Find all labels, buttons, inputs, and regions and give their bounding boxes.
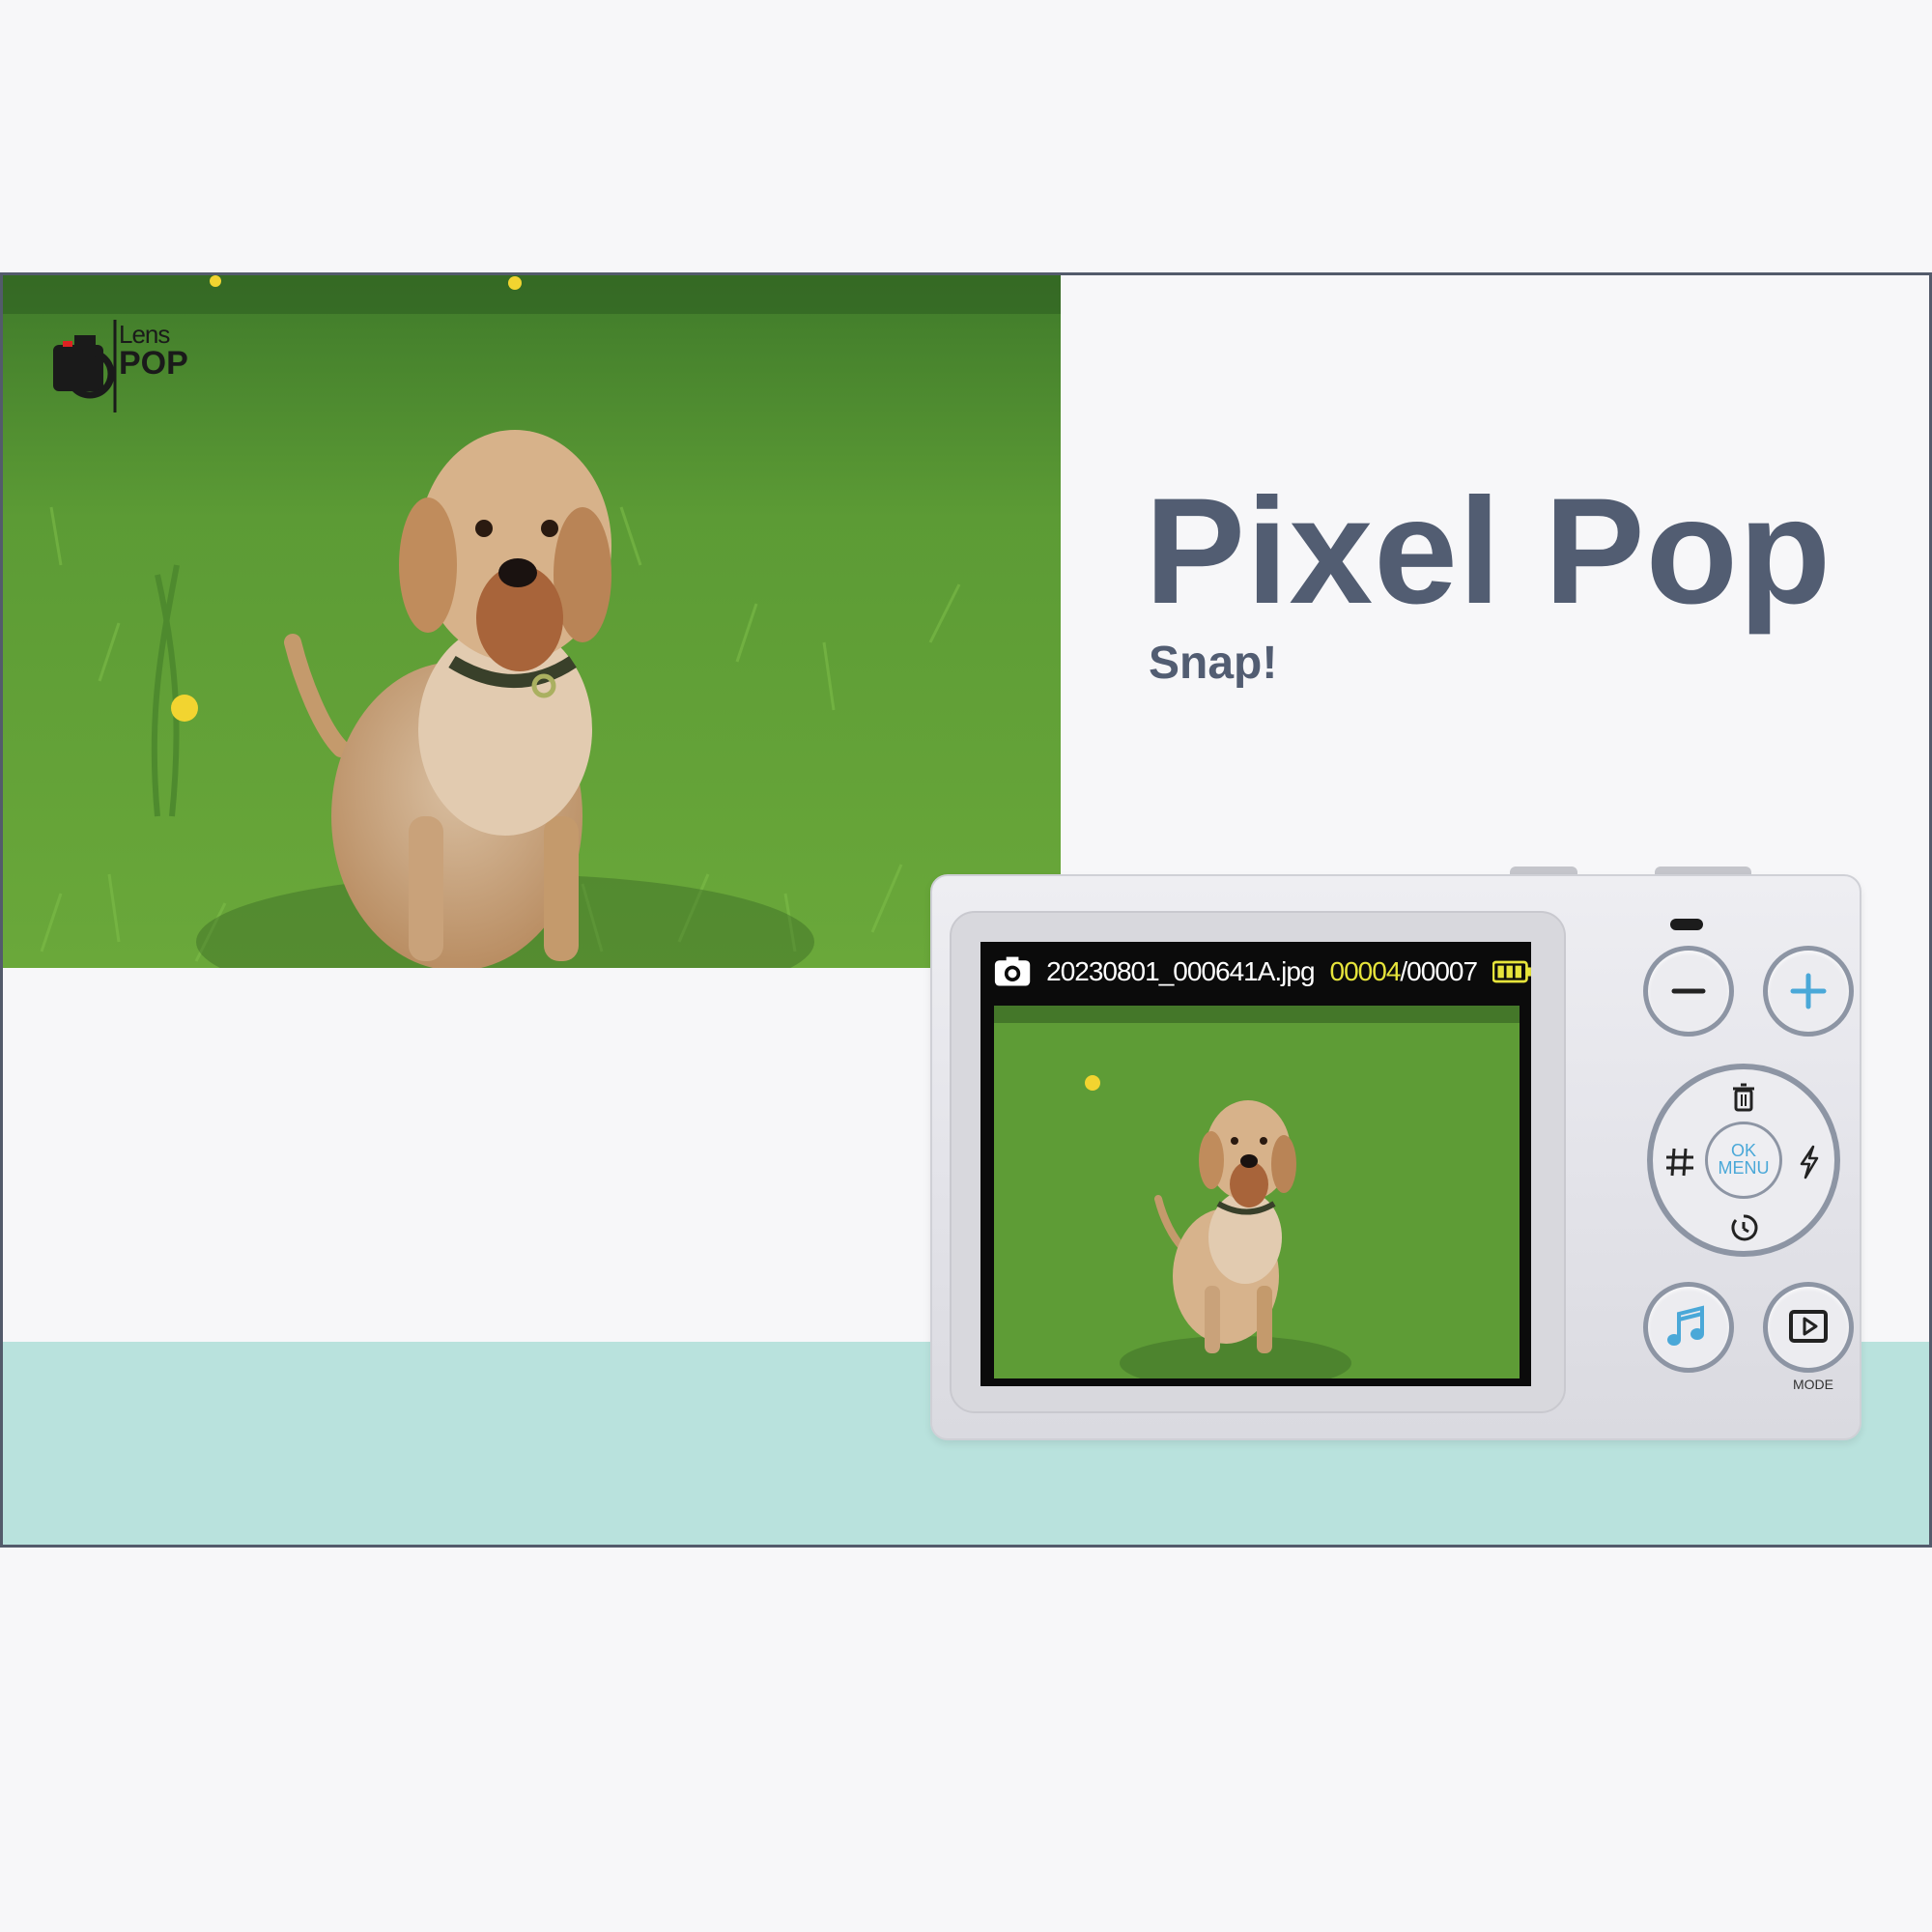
indicator-slot [1670,919,1703,930]
file-name: 20230801_000641A.jpg [1046,956,1315,986]
banner-frame: Lens POP Pixel Pop Snap! 20230801_000641… [0,272,1932,1548]
image-counter: 00004/00007 [1329,956,1479,987]
ok-menu-button[interactable]: OK MENU [1705,1122,1782,1199]
menu-label: MENU [1718,1158,1770,1178]
music-button[interactable] [1643,1282,1734,1373]
ok-label: OK [1730,1141,1756,1160]
screen-status-bar: 20230801_000641A.jpg 00004/00007 [980,942,1531,1002]
mode-label: MODE [1793,1377,1833,1392]
flash-icon[interactable] [1790,1143,1829,1181]
playback-mode-button[interactable] [1763,1282,1854,1373]
zoom-in-button[interactable] [1763,946,1854,1037]
zoom-out-button[interactable] [1643,946,1734,1037]
page-subtitle: Snap! [1149,638,1278,689]
plus-icon [1790,973,1827,1009]
logo-pop-text: POP [119,345,188,382]
lens-pop-logo: Lens POP [51,316,196,412]
camera-body: 20230801_000641A.jpg 00004/00007 OK MENU… [930,874,1861,1440]
image-counter-current: 00004 [1329,956,1402,986]
trash-icon[interactable] [1724,1079,1763,1118]
minus-icon [1671,988,1706,994]
timer-icon[interactable] [1724,1208,1763,1247]
grid-icon[interactable] [1661,1143,1699,1181]
navigation-dpad[interactable]: OK MENU [1647,1064,1840,1257]
music-icon [1667,1305,1704,1346]
play-icon [1789,1310,1828,1343]
image-counter-total: /00007 [1400,956,1478,986]
digital-camera: 20230801_000641A.jpg 00004/00007 OK MENU… [930,867,1861,1450]
screen-preview-photo [994,1006,1520,1378]
battery-icon [1492,960,1531,983]
dog-photo: Lens POP [3,275,1061,968]
page-title: Pixel Pop [1145,468,1833,636]
camera-screen: 20230801_000641A.jpg 00004/00007 [980,942,1531,1386]
camera-icon [994,956,1031,986]
preview-dog-illustration [994,1006,1520,1378]
logo-camera-icon [53,320,117,412]
